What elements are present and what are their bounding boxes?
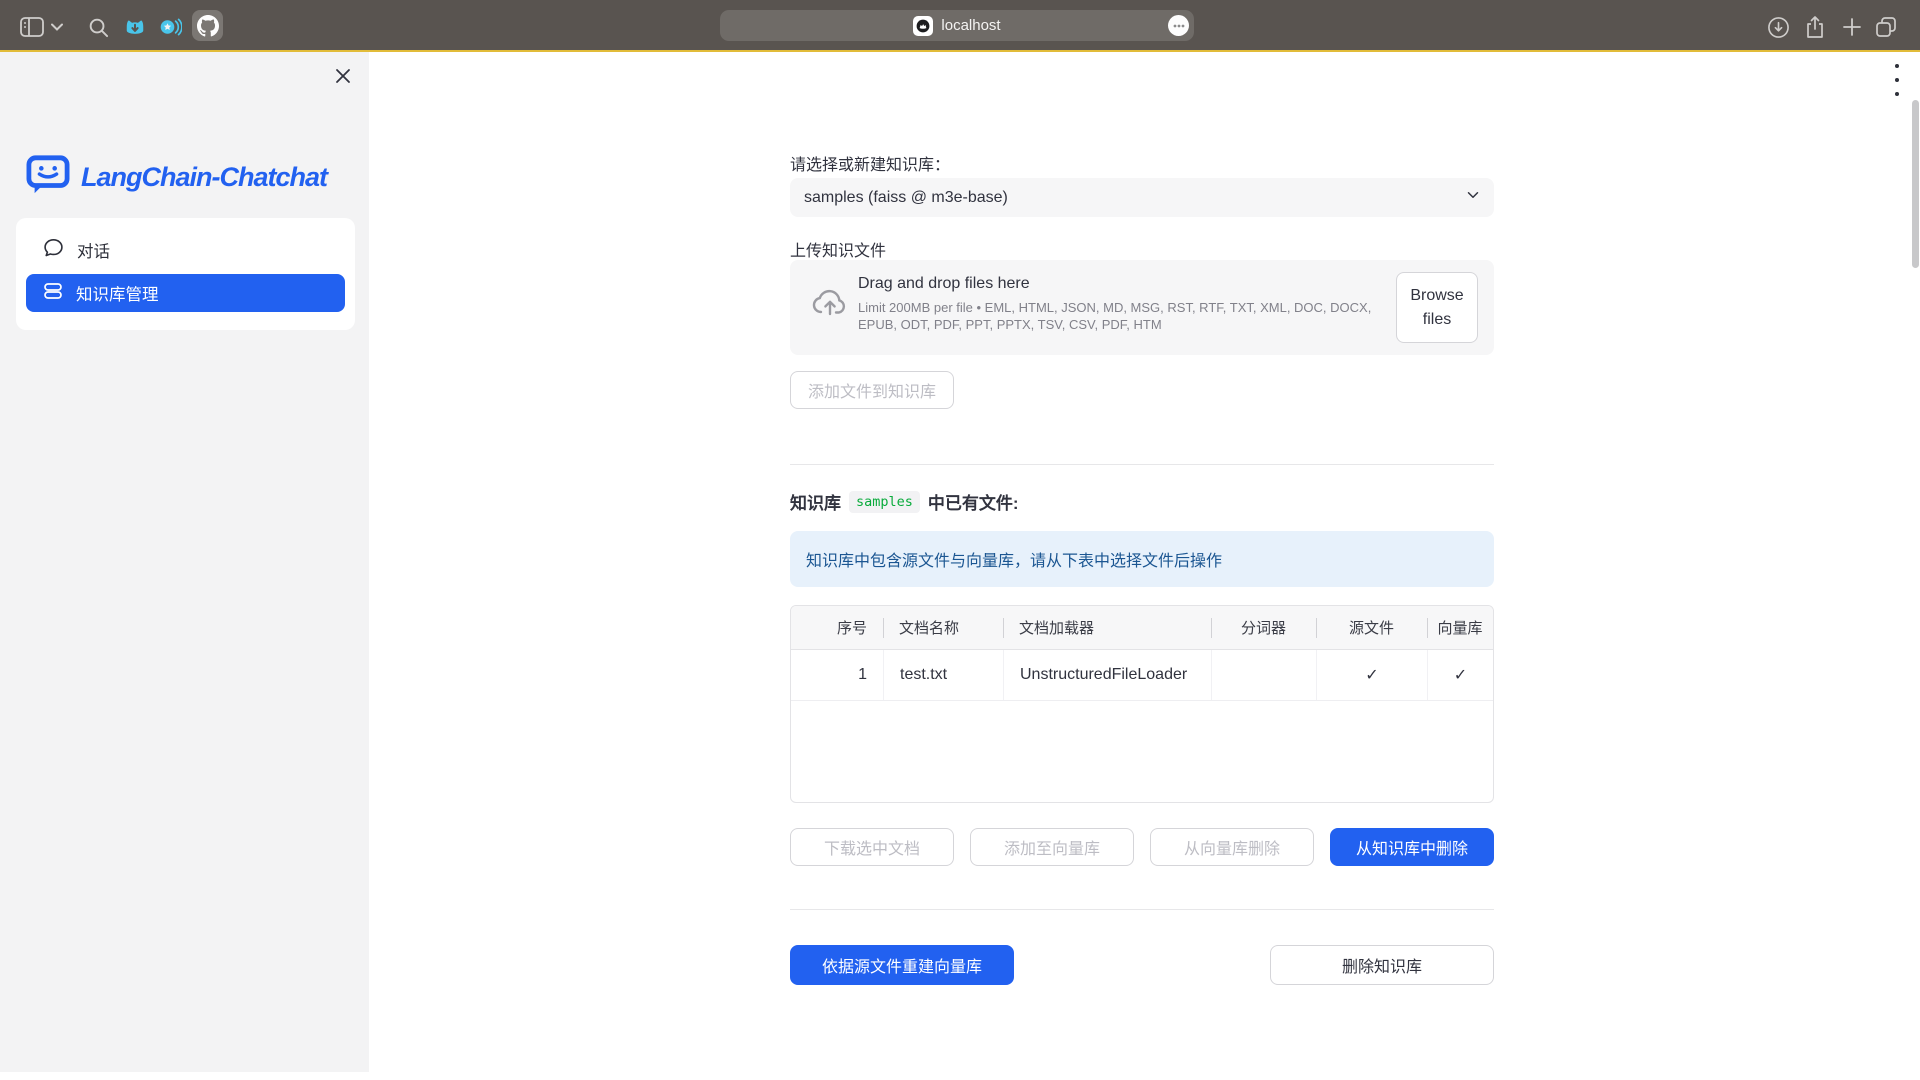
share-icon[interactable] — [1803, 15, 1827, 39]
kb-action-buttons: 依据源文件重建向量库 删除知识库 — [790, 945, 1494, 985]
main-content: 请选择或新建知识库： samples (faiss @ m3e-base) 上传… — [790, 52, 1494, 1080]
site-favicon — [913, 16, 933, 36]
add-files-to-kb-button[interactable]: 添加文件到知识库 — [790, 371, 954, 409]
app-menu-icon[interactable] — [1892, 64, 1902, 96]
url-text: localhost — [941, 17, 1000, 34]
cloud-upload-icon — [812, 288, 848, 321]
download-selected-button[interactable]: 下载选中文档 — [790, 828, 954, 866]
kb-select-label: 请选择或新建知识库： — [790, 151, 1494, 175]
app-page: LangChain-Chatchat 对话 知识库管理 请选 — [0, 52, 1920, 1080]
chevron-down-icon — [1464, 186, 1482, 209]
heading-prefix: 知识库 — [790, 489, 841, 514]
stack-icon — [43, 281, 63, 306]
kb-select-value: samples (faiss @ m3e-base) — [804, 189, 1008, 207]
info-banner: 知识库中包含源文件与向量库，请从下表中选择文件后操作 — [790, 531, 1494, 587]
cell-loader: UnstructuredFileLoader — [1003, 650, 1211, 700]
dropzone-title: Drag and drop files here — [858, 275, 1378, 293]
close-sidebar-icon[interactable] — [334, 67, 354, 87]
cell-index: 1 — [791, 650, 883, 700]
sidebar-item-dialogue[interactable]: 对话 — [26, 230, 345, 270]
col-header-loader: 文档加载器 — [1003, 606, 1211, 649]
file-action-buttons: 下载选中文档 添加至向量库 从向量库删除 从知识库中删除 — [790, 828, 1494, 866]
sidebar-item-kb-management[interactable]: 知识库管理 — [26, 274, 345, 312]
kb-files-table: 序号 文档名称 文档加载器 分词器 源文件 向量库 1 test.txt Uns… — [790, 605, 1494, 803]
nav-card: 对话 知识库管理 — [16, 218, 355, 330]
divider — [790, 464, 1494, 465]
delete-from-kb-button[interactable]: 从知识库中删除 — [1330, 828, 1494, 866]
tabs-overview-icon[interactable] — [1874, 15, 1898, 39]
ripple-extension-icon[interactable] — [158, 15, 182, 39]
browse-files-button[interactable]: Browse files — [1396, 272, 1478, 343]
sidebar: LangChain-Chatchat 对话 知识库管理 — [0, 52, 369, 1072]
chat-logo-icon — [26, 154, 70, 201]
upload-label: 上传知识文件 — [790, 237, 1494, 261]
screen: localhost — [0, 0, 1920, 1080]
kb-select[interactable]: samples (faiss @ m3e-base) — [790, 178, 1494, 217]
cat-extension-icon[interactable] — [123, 15, 147, 39]
dropzone-texts: Drag and drop files here Limit 200MB per… — [858, 275, 1378, 333]
search-icon[interactable] — [86, 15, 110, 39]
cell-source-check: ✓ — [1316, 650, 1427, 700]
github-icon[interactable] — [192, 10, 223, 41]
rebuild-vector-store-button[interactable]: 依据源文件重建向量库 — [790, 945, 1014, 985]
col-header-name: 文档名称 — [883, 606, 1003, 649]
kb-name-code: samples — [849, 491, 920, 513]
divider — [790, 909, 1494, 910]
file-dropzone[interactable]: Drag and drop files here Limit 200MB per… — [790, 260, 1494, 355]
download-icon[interactable] — [1766, 15, 1790, 39]
delete-kb-button[interactable]: 删除知识库 — [1270, 945, 1494, 985]
address-bar[interactable]: localhost — [720, 10, 1194, 41]
cell-splitter — [1211, 650, 1316, 700]
kb-files-heading: 知识库 samples 中已有文件: — [790, 489, 1494, 514]
table-row[interactable]: 1 test.txt UnstructuredFileLoader ✓ ✓ — [791, 650, 1493, 701]
add-to-vector-store-button[interactable]: 添加至向量库 — [970, 828, 1134, 866]
heading-suffix: 中已有文件: — [928, 489, 1019, 514]
scrollbar-thumb[interactable] — [1912, 100, 1919, 268]
sidebar-item-label: 对话 — [77, 238, 110, 262]
chevron-down-icon[interactable] — [50, 15, 64, 39]
cell-name: test.txt — [883, 650, 1003, 700]
sidebar-toggle-icon[interactable] — [20, 15, 44, 39]
chat-bubble-icon — [43, 237, 64, 263]
page-menu-icon[interactable] — [1168, 15, 1189, 36]
col-header-index: 序号 — [791, 606, 883, 649]
app-logo: LangChain-Chatchat — [26, 154, 327, 201]
browser-chrome: localhost — [0, 0, 1920, 52]
table-header: 序号 文档名称 文档加载器 分词器 源文件 向量库 — [791, 606, 1493, 650]
info-text: 知识库中包含源文件与向量库，请从下表中选择文件后操作 — [806, 547, 1222, 571]
sidebar-item-label: 知识库管理 — [76, 281, 159, 305]
logo-text: LangChain-Chatchat — [81, 162, 327, 193]
cell-vector-check: ✓ — [1427, 650, 1493, 700]
col-header-source: 源文件 — [1316, 606, 1427, 649]
col-header-vector: 向量库 — [1427, 606, 1493, 649]
dropzone-limit: Limit 200MB per file • EML, HTML, JSON, … — [858, 299, 1378, 333]
new-tab-icon[interactable] — [1840, 15, 1864, 39]
col-header-splitter: 分词器 — [1211, 606, 1316, 649]
delete-from-vector-store-button[interactable]: 从向量库删除 — [1150, 828, 1314, 866]
